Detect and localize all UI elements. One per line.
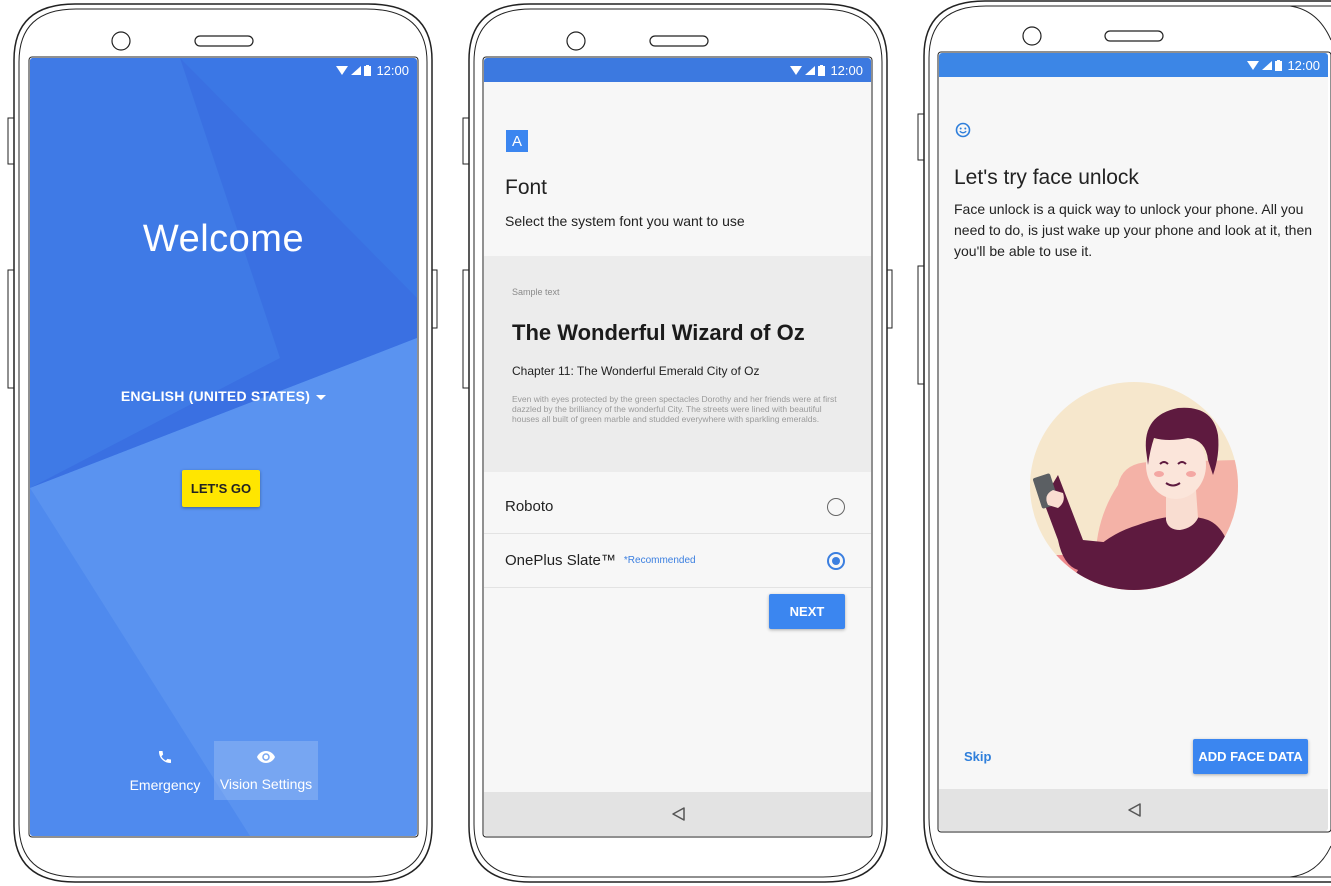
sample-chapter: Chapter 11: The Wonderful Emerald City o… <box>512 364 760 378</box>
navigation-bar <box>484 792 871 836</box>
status-time: 12:00 <box>376 62 409 78</box>
vision-settings-label: Vision Settings <box>219 775 313 792</box>
back-icon[interactable] <box>1126 802 1142 818</box>
signal-icon <box>1262 60 1273 70</box>
emergency-button[interactable]: Emergency <box>125 741 205 800</box>
status-time: 12:00 <box>1287 57 1320 73</box>
status-bar: 12:00 <box>484 58 871 82</box>
next-button[interactable]: NEXT <box>769 594 845 629</box>
font-option-label: OnePlus Slate™ <box>505 552 616 569</box>
language-label: ENGLISH (UNITED STATES) <box>120 388 311 404</box>
font-option-oneplus-slate[interactable]: OnePlus Slate™ *Recommended <box>484 534 871 588</box>
page-description: Face unlock is a quick way to unlock you… <box>954 201 1313 259</box>
vision-settings-button[interactable]: Vision Settings <box>214 741 318 800</box>
lets-go-button[interactable]: LET'S GO <box>182 470 260 507</box>
sample-heading: The Wonderful Wizard of Oz <box>512 320 805 345</box>
font-sample-panel: Sample text The Wonderful Wizard of Oz C… <box>484 256 871 472</box>
add-face-data-button[interactable]: ADD FACE DATA <box>1193 739 1308 774</box>
battery-icon <box>818 64 826 76</box>
eye-icon <box>257 750 275 763</box>
battery-icon <box>364 64 372 76</box>
battery-icon <box>1275 59 1283 71</box>
face-icon <box>955 122 971 138</box>
sample-body: Even with eyes protected by the green sp… <box>512 394 837 424</box>
face-unlock-screen: 12:00 Let's try face unlock Face unlock … <box>939 53 1328 831</box>
chevron-down-icon <box>316 394 327 400</box>
signal-icon <box>805 65 816 75</box>
welcome-title: Welcome <box>142 218 305 260</box>
back-icon[interactable] <box>670 806 686 822</box>
face-unlock-illustration <box>1030 382 1238 590</box>
status-bar: 12:00 <box>939 53 1328 77</box>
status-icons <box>336 64 372 76</box>
status-time: 12:00 <box>830 62 863 78</box>
language-selector[interactable]: ENGLISH (UNITED STATES) <box>30 388 417 404</box>
wifi-icon <box>1247 60 1260 70</box>
font-screen: 12:00 A Font Select the system font you … <box>484 58 871 836</box>
sample-label: Sample text <box>512 287 560 297</box>
font-option-label: Roboto <box>505 498 554 515</box>
skip-button[interactable]: Skip <box>964 749 991 764</box>
emergency-label: Emergency <box>129 776 201 793</box>
wifi-icon <box>790 65 803 75</box>
recommended-badge: *Recommended <box>623 555 696 566</box>
status-icons <box>1247 59 1283 71</box>
signal-icon <box>351 65 362 75</box>
welcome-screen: 12:00 Welcome ENGLISH (UNITED STATES) LE… <box>30 58 417 836</box>
radio-button-selected[interactable] <box>827 552 845 570</box>
page-title: Let's try face unlock <box>954 166 1139 189</box>
font-option-roboto[interactable]: Roboto <box>484 480 871 534</box>
welcome-background <box>30 58 417 836</box>
radio-button[interactable] <box>827 498 845 516</box>
phone-icon <box>159 750 171 763</box>
navigation-bar <box>939 789 1328 831</box>
font-icon: A <box>506 130 528 152</box>
page-title: Font <box>505 176 548 199</box>
wifi-icon <box>336 65 349 75</box>
status-icons <box>790 64 826 76</box>
page-subtitle: Select the system font you want to use <box>505 213 745 229</box>
status-bar: 12:00 <box>30 58 417 82</box>
